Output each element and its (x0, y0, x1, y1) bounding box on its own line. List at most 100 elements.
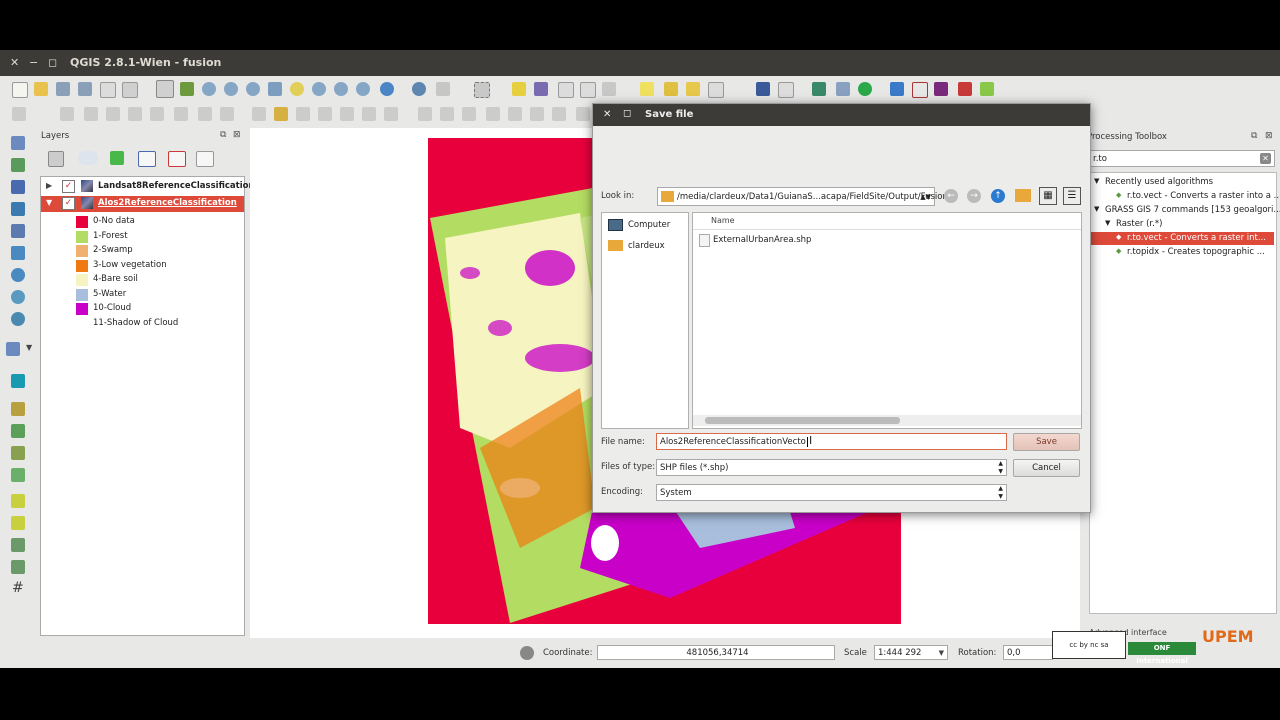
identify-icon[interactable] (412, 82, 426, 96)
edit-pencil-icon[interactable] (12, 107, 26, 121)
label-tool-c-icon[interactable] (296, 107, 310, 121)
grid-icon[interactable]: # (12, 580, 24, 596)
forward-icon[interactable]: → (967, 189, 981, 203)
add-vector-layer-icon[interactable] (11, 136, 25, 150)
coordinate-field[interactable]: 481056,34714 (597, 645, 835, 660)
look-in-combo[interactable]: /media/clardeux/Data1/GuianaS...acapa/Fi… (657, 187, 948, 206)
graph-tool-icon[interactable] (11, 424, 25, 438)
dialog-close-icon[interactable]: ✕ (603, 109, 611, 120)
cancel-button[interactable]: Cancel (1013, 459, 1080, 477)
digitize-b-icon[interactable] (486, 107, 500, 121)
new-shapefile-icon[interactable] (6, 342, 20, 356)
add-feature-icon[interactable] (84, 107, 98, 121)
digitize-f-icon[interactable] (576, 107, 590, 121)
field-calculator-icon[interactable] (534, 82, 548, 96)
label-tool-a-icon[interactable] (252, 107, 266, 121)
new-print-composer-icon[interactable] (100, 82, 116, 98)
column-name[interactable]: Name (711, 216, 735, 225)
pan-to-selection-icon[interactable] (180, 82, 194, 96)
deselect-icon[interactable] (512, 82, 526, 96)
digitize-d-icon[interactable] (530, 107, 544, 121)
add-spatialite-icon[interactable] (11, 202, 25, 216)
zoom-scale-icon[interactable] (246, 82, 260, 96)
scale-combo[interactable]: 1:444 292 ▼ (874, 645, 948, 660)
save-button[interactable]: Save (1013, 433, 1080, 451)
copy-features-icon[interactable] (198, 107, 212, 121)
profile-icon[interactable] (912, 82, 928, 98)
chevron-down-icon[interactable]: ▼ (1094, 205, 1099, 213)
add-mssql-icon[interactable] (11, 224, 25, 238)
processing-search-input[interactable]: r.to ✕ (1089, 150, 1275, 167)
plugin-g-icon[interactable] (11, 494, 25, 508)
close-window-button[interactable]: ✕ (10, 56, 19, 69)
scrollbar-thumb[interactable] (705, 417, 900, 424)
back-icon[interactable]: ← (944, 189, 958, 203)
open-project-icon[interactable] (34, 82, 48, 96)
place-computer[interactable]: Computer (606, 217, 686, 233)
group-icon-a[interactable] (138, 151, 156, 167)
measure-icon[interactable] (602, 82, 616, 96)
composer-manager-icon[interactable] (122, 82, 138, 98)
float-panel-icon[interactable]: ⧉ (220, 130, 226, 140)
algorithm-tree-item[interactable]: ▼ Recently used algorithms (1090, 176, 1274, 189)
visibility-checkbox[interactable]: ✓ (62, 180, 75, 193)
maximize-window-button[interactable]: ◻ (48, 56, 57, 69)
plugin-i-icon[interactable] (11, 538, 25, 552)
add-wms-icon[interactable] (11, 268, 25, 282)
plugin-c-icon[interactable] (858, 82, 872, 96)
file-row[interactable]: ExternalUrbanArea.shp (697, 233, 997, 247)
pan-icon[interactable] (156, 80, 174, 98)
algorithm-tree-item[interactable]: ◆ r.to.vect - Converts a raster int... (1090, 232, 1274, 245)
show-bookmarks-icon[interactable] (686, 82, 700, 96)
expand-arrow-icon[interactable]: ▶ (46, 181, 52, 190)
node-tool-icon[interactable] (128, 107, 142, 121)
attribute-table-icon[interactable] (558, 82, 574, 98)
parent-directory-icon[interactable]: ↑ (991, 189, 1005, 203)
add-wfs-icon[interactable] (11, 312, 25, 326)
chevron-down-icon[interactable]: ▼ (1105, 219, 1110, 227)
algorithm-tree-item[interactable]: ▼ GRASS GIS 7 commands [153 geoalgori... (1090, 204, 1280, 217)
remove-layer-icon[interactable] (196, 151, 214, 167)
help-icon[interactable] (778, 82, 794, 98)
chevron-down-icon[interactable]: ▼ (26, 343, 32, 352)
text-annotation-icon[interactable] (708, 82, 724, 98)
add-oracle-icon[interactable] (11, 246, 25, 260)
layer-row-landsat8[interactable]: ▶ ✓ Landsat8ReferenceClassification (41, 179, 255, 195)
plugin-j-icon[interactable] (11, 560, 25, 574)
zoom-full-icon[interactable] (268, 82, 282, 96)
file-name-input[interactable]: Alos2ReferenceClassificationVecto (656, 433, 1007, 450)
zoom-in-icon[interactable] (202, 82, 216, 96)
add-raster-layer-icon[interactable] (11, 158, 25, 172)
plugin-b-icon[interactable] (836, 82, 850, 96)
algorithm-tree-item[interactable]: ▼ Raster (r.*) (1090, 218, 1274, 231)
save-edits-icon[interactable] (60, 107, 74, 121)
horizontal-scrollbar[interactable] (693, 415, 1081, 426)
chart-tool-icon[interactable] (11, 402, 25, 416)
python-icon[interactable] (890, 82, 904, 96)
close-panel-icon[interactable]: ⊠ (1265, 131, 1273, 141)
statistics-icon[interactable] (580, 82, 596, 98)
paste-features-icon[interactable] (220, 107, 234, 121)
select-features-icon[interactable] (474, 82, 490, 98)
toggle-extents-icon[interactable] (520, 646, 534, 660)
dialog-maximize-icon[interactable]: ◻ (623, 108, 631, 119)
zoom-next-icon[interactable] (356, 82, 370, 96)
digitize-c-icon[interactable] (508, 107, 522, 121)
new-project-icon[interactable] (12, 82, 28, 98)
label-tool-d-icon[interactable] (318, 107, 332, 121)
plugin-e-icon[interactable] (980, 82, 994, 96)
refresh-icon[interactable] (380, 82, 394, 96)
close-panel-icon[interactable]: ⊠ (233, 130, 241, 140)
encoding-combo[interactable]: System ▲ ▼ (656, 484, 1007, 501)
label-tool-f-icon[interactable] (362, 107, 376, 121)
add-postgis-icon[interactable] (11, 180, 25, 194)
digitize-e-icon[interactable] (552, 107, 566, 121)
chevron-down-icon[interactable]: ▼ (1094, 177, 1099, 185)
zoom-last-icon[interactable] (334, 82, 348, 96)
float-panel-icon[interactable]: ⧉ (1251, 131, 1257, 141)
semi-auto-class-icon[interactable] (934, 82, 948, 96)
layer-row-alos2[interactable]: ▼ ✓ Alos2ReferenceClassification (41, 196, 244, 212)
label-tool-b-icon[interactable] (274, 107, 288, 121)
visibility-eye-icon[interactable] (78, 151, 98, 165)
expand-all-icon[interactable] (48, 151, 64, 167)
